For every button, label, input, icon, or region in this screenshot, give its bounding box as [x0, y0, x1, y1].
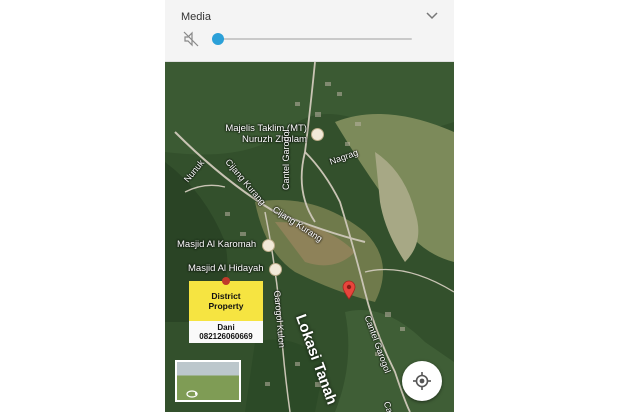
street-view-icon: [186, 390, 198, 398]
poi-masjid-karomah[interactable]: Masjid Al Karomah: [177, 239, 256, 250]
mosque-icon[interactable]: [269, 263, 282, 276]
sign-pin-dot: [222, 277, 230, 285]
label-cantel-garogol-1: Cantel Garogol: [281, 129, 291, 190]
my-location-icon: [413, 372, 431, 390]
poi-majelis-line1: Majelis Taklim (MT): [225, 123, 307, 134]
volume-slider-track[interactable]: [218, 38, 412, 40]
phone-screen: Media Majelis Taklim (MT) Nuruzh Zhulam …: [165, 0, 454, 412]
my-location-button[interactable]: [402, 361, 442, 401]
sign-title-panel: District Property: [189, 281, 263, 321]
sign-contact-name: Dani: [217, 323, 235, 332]
street-view-thumbnail[interactable]: [175, 360, 241, 402]
poi-masjid-hidayah[interactable]: Masjid Al Hidayah: [188, 263, 264, 274]
location-pin-icon[interactable]: [342, 280, 356, 300]
mosque-icon[interactable]: [262, 239, 275, 252]
sign-line1: District: [211, 291, 241, 301]
sign-line2: Property: [208, 301, 244, 311]
poi-majelis-line2: Nuruzh Zhulam: [242, 134, 307, 145]
poi-majelis-taklim[interactable]: Majelis Taklim (MT) Nuruzh Zhulam: [224, 123, 307, 145]
mosque-icon[interactable]: [311, 128, 324, 141]
volume-slider-thumb[interactable]: [212, 33, 224, 45]
sign-contact-panel: Dani 082126060669: [189, 321, 263, 343]
media-title: Media: [181, 11, 211, 23]
chevron-down-icon[interactable]: [425, 11, 439, 21]
satellite-map[interactable]: Majelis Taklim (MT) Nuruzh Zhulam Nagrag…: [165, 62, 454, 412]
district-property-sign: District Property Dani 082126060669: [189, 277, 263, 343]
sign-contact-phone: 082126060669: [199, 332, 253, 341]
media-volume-panel: Media: [165, 0, 454, 62]
volume-mute-icon[interactable]: [183, 31, 199, 47]
